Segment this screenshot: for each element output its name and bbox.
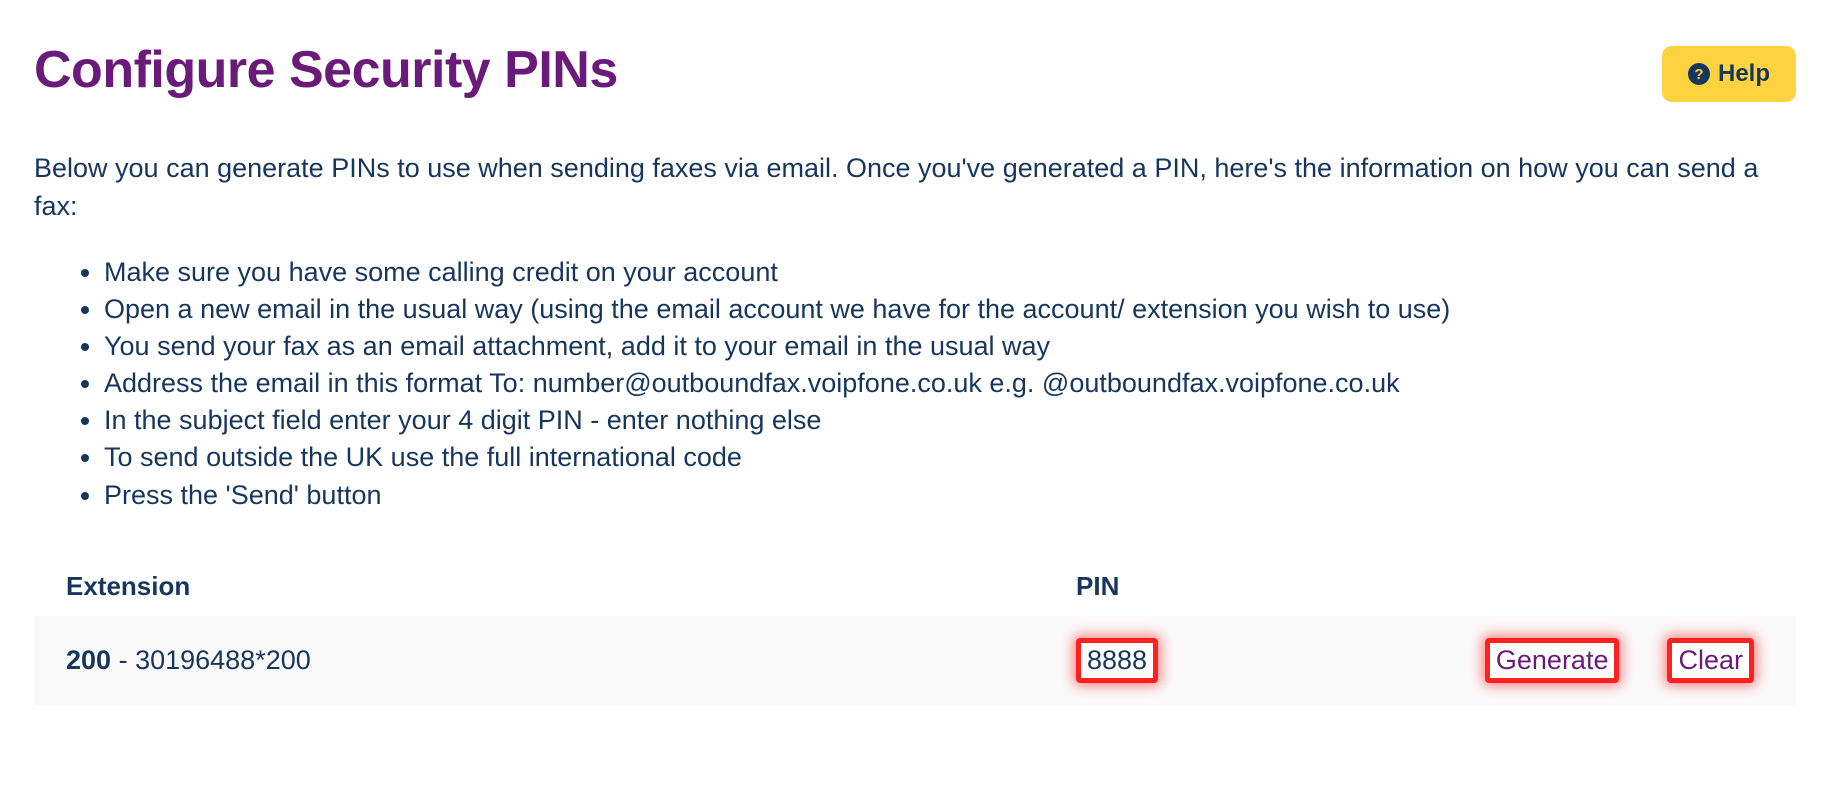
column-actions bbox=[1286, 571, 1764, 602]
pins-table: Extension PIN 200 - 30196488*200 8888 Ge… bbox=[34, 561, 1796, 705]
instruction-item: Open a new email in the usual way (using… bbox=[104, 291, 1796, 327]
pin-cell: 8888 bbox=[1076, 638, 1286, 683]
generate-button[interactable]: Generate bbox=[1485, 638, 1620, 683]
instruction-item: You send your fax as an email attachment… bbox=[104, 328, 1796, 364]
instruction-item: To send outside the UK use the full inte… bbox=[104, 439, 1796, 475]
instructions-list: Make sure you have some calling credit o… bbox=[34, 254, 1796, 513]
clear-button[interactable]: Clear bbox=[1667, 638, 1754, 683]
help-button[interactable]: ? Help bbox=[1662, 46, 1796, 102]
page-title: Configure Security PINs bbox=[34, 40, 618, 100]
intro-text: Below you can generate PINs to use when … bbox=[34, 150, 1794, 226]
extension-separator: - bbox=[111, 645, 135, 675]
table-row: 200 - 30196488*200 8888 Generate Clear bbox=[34, 616, 1796, 705]
extension-cell: 200 - 30196488*200 bbox=[66, 645, 1076, 676]
pin-value[interactable]: 8888 bbox=[1076, 638, 1158, 683]
help-label: Help bbox=[1718, 60, 1770, 88]
column-pin: PIN bbox=[1076, 571, 1286, 602]
instruction-item: Address the email in this format To: num… bbox=[104, 365, 1796, 401]
instruction-item: In the subject field enter your 4 digit … bbox=[104, 402, 1796, 438]
table-header: Extension PIN bbox=[34, 561, 1796, 616]
extension-number: 200 bbox=[66, 645, 111, 675]
column-extension: Extension bbox=[66, 571, 1076, 602]
actions-cell: Generate Clear bbox=[1286, 638, 1764, 683]
instruction-item: Press the 'Send' button bbox=[104, 477, 1796, 513]
help-icon: ? bbox=[1688, 63, 1710, 85]
instruction-item: Make sure you have some calling credit o… bbox=[104, 254, 1796, 290]
extension-detail: 30196488*200 bbox=[135, 645, 311, 675]
